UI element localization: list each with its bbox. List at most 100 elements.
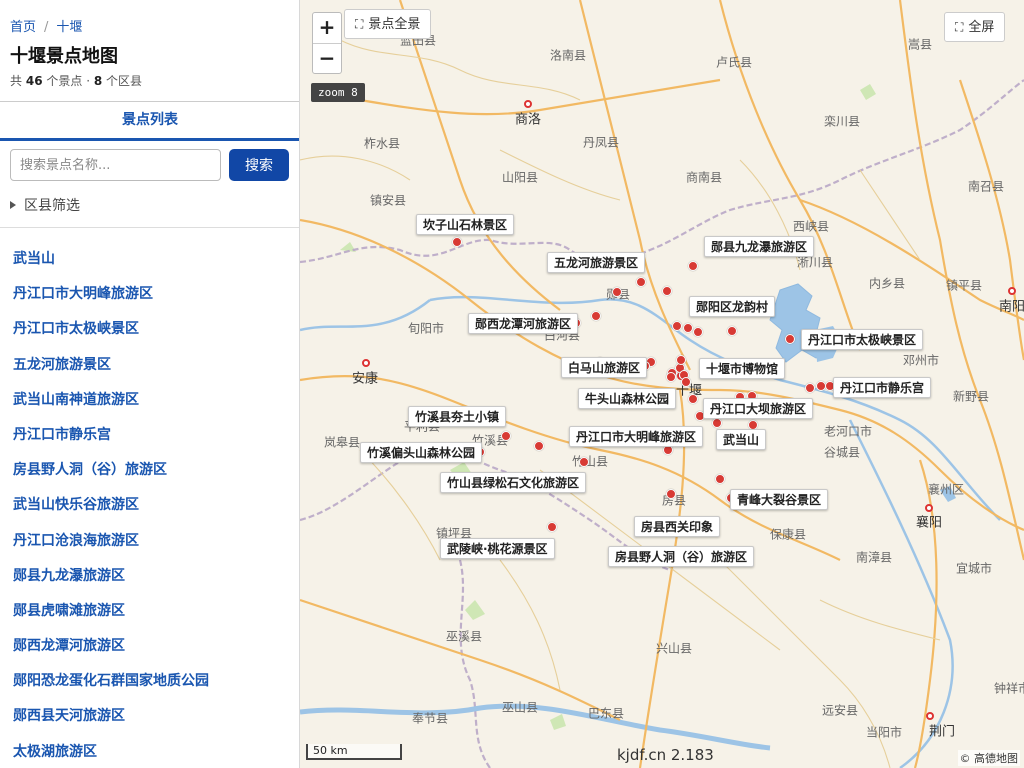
spot-list-item[interactable]: 五龙河旅游景区 [13,354,209,389]
town-label: 洛南县 [549,48,587,63]
spot-marker-icon[interactable] [547,522,557,532]
spot-label[interactable]: 武当山 [716,429,767,450]
tab-spot-list[interactable]: 景点列表 [0,102,299,141]
town-label: 卢氏县 [715,55,753,70]
spot-list-item[interactable]: 武当山南神道旅游区 [13,389,209,424]
town-label: 当阳市 [865,725,903,740]
spot-marker-icon[interactable] [666,489,676,499]
spot-list-item[interactable]: 丹江口市静乐宫 [13,424,209,459]
district-filter-toggle[interactable]: 区县筛选 [10,195,80,215]
spot-marker-icon[interactable] [676,355,686,365]
spot-list-item[interactable]: 丹江口市大明峰旅游区 [13,283,209,318]
spot-label[interactable]: 郧西龙潭河旅游区 [468,313,579,334]
town-label: 新野县 [952,389,990,404]
spot-label[interactable]: 丹江口市静乐宫 [833,377,932,398]
town-label: 山阳县 [501,170,539,185]
spot-label[interactable]: 五龙河旅游景区 [547,252,646,273]
zoom-control: + − [312,12,342,74]
overview-button[interactable]: ⛶ 景点全景 [344,9,432,39]
town-label: 宜城市 [955,561,993,576]
breadcrumb-current-link[interactable]: 十堰 [56,20,82,35]
town-label: 南召县 [967,179,1005,194]
breadcrumb-home-link[interactable]: 首页 [10,20,36,35]
spot-label[interactable]: 丹江口市大明峰旅游区 [569,426,704,447]
city-label: 南阳 [998,299,1024,315]
spot-label[interactable]: 十堰市博物馆 [699,358,786,379]
spot-list-item[interactable]: 郧阳恐龙蛋化石群国家地质公园 [13,670,209,705]
spot-marker-icon[interactable] [612,287,622,297]
spot-label[interactable]: 郧县九龙瀑旅游区 [704,236,815,257]
spot-marker-icon[interactable] [662,286,672,296]
map-view[interactable]: 蓝田县 洛南县 卢氏县 嵩县 丹凤县 柞水县 栾川县 山阳县 商南县 南召县 镇安县 西峡县 淅川县 内乡… [300,0,1024,768]
town-label: 保康县 [769,527,807,542]
spot-marker-icon[interactable] [452,237,462,247]
spot-marker-icon[interactable] [683,323,693,333]
town-label: 商南县 [685,170,723,185]
spot-label[interactable]: 武陵峡·桃花源景区 [440,538,555,559]
city-label: 商洛 [514,112,542,128]
overview-button-label: 景点全景 [368,17,421,32]
spot-marker-icon[interactable] [712,418,722,428]
district-count: 8 [93,74,103,88]
zoom-level-badge: zoom 8 [311,83,365,102]
spot-marker-icon[interactable] [681,377,691,387]
fullscreen-button[interactable]: ⛶ 全屏 [944,12,1006,42]
spot-label[interactable]: 青峰大裂谷景区 [730,489,829,510]
spot-list-item[interactable]: 郧西龙潭河旅游区 [13,635,209,670]
spot-count: 46 [25,74,43,88]
spot-label[interactable]: 丹江口市太极峡景区 [801,329,924,350]
zoom-in-button[interactable]: + [313,13,341,43]
spot-list: 武当山 丹江口市大明峰旅游区 丹江口市太极峡景区 五龙河旅游景区 武当山南神道旅游区 丹江… [13,248,209,768]
spot-marker-icon[interactable] [688,394,698,404]
spot-label[interactable]: 牛头山森林公园 [578,388,677,409]
expand-triangle-icon [10,201,16,209]
spot-list-item[interactable]: 郧县九龙瀑旅游区 [13,565,209,600]
town-label: 钟祥市 [993,681,1024,696]
town-label: 南漳县 [855,550,893,565]
search-input[interactable] [10,149,221,181]
spot-marker-icon[interactable] [501,431,511,441]
zoom-out-button[interactable]: − [313,43,341,73]
page-title: 十堰景点地图 [10,46,118,67]
spot-marker-icon[interactable] [579,457,589,467]
fullscreen-button-label: 全屏 [968,20,995,35]
spot-label[interactable]: 竹溪偏头山森林公园 [360,442,483,463]
spot-label[interactable]: 丹江口大坝旅游区 [703,398,814,419]
spot-list-item[interactable]: 武当山 [13,248,209,283]
town-label: 嵩县 [907,37,933,52]
spot-list-item[interactable]: 太极湖旅游区 [13,741,209,768]
town-label: 内乡县 [868,276,906,291]
spot-list-item[interactable]: 郧县虎啸滩旅游区 [13,600,209,635]
town-label: 巴东县 [587,706,625,721]
summary-prefix: 共 [10,74,23,88]
spot-label[interactable]: 房县西关印象 [634,516,721,537]
spot-list-item[interactable]: 丹江口市太极峡景区 [13,318,209,353]
spot-label[interactable]: 房县野人洞（谷）旅游区 [608,546,755,567]
spot-marker-icon[interactable] [693,327,703,337]
spot-label[interactable]: 竹山县绿松石文化旅游区 [440,472,587,493]
summary-text: 共 46 个景点 · 8 个区县 [10,72,142,89]
spot-marker-icon[interactable] [715,474,725,484]
spot-marker-icon[interactable] [591,311,601,321]
spot-marker-icon[interactable] [672,321,682,331]
spot-list-item[interactable]: 武当山快乐谷旅游区 [13,494,209,529]
spot-label[interactable]: 郧阳区龙韵村 [689,296,776,317]
spot-marker-icon[interactable] [727,326,737,336]
spot-marker-icon[interactable] [785,334,795,344]
spot-label[interactable]: 白马山旅游区 [561,357,648,378]
spot-marker-icon[interactable] [534,441,544,451]
spot-list-item[interactable]: 郧西县天河旅游区 [13,705,209,740]
spot-marker-icon[interactable] [688,261,698,271]
spot-label[interactable]: 坎子山石林景区 [416,214,515,235]
spot-list-item[interactable]: 房县野人洞（谷）旅游区 [13,459,209,494]
spot-list-item[interactable]: 丹江口沧浪海旅游区 [13,530,209,565]
summary-suffix: 个区县 [106,74,143,88]
spot-marker-icon[interactable] [666,372,676,382]
spot-marker-icon[interactable] [636,277,646,287]
spot-label[interactable]: 竹溪县夯土小镇 [408,406,507,427]
town-label: 岚皋县 [323,435,361,450]
town-label: 奉节县 [411,711,449,726]
spot-marker-icon[interactable] [805,383,815,393]
search-button[interactable]: 搜索 [229,149,289,181]
town-label: 丹凤县 [582,135,620,150]
